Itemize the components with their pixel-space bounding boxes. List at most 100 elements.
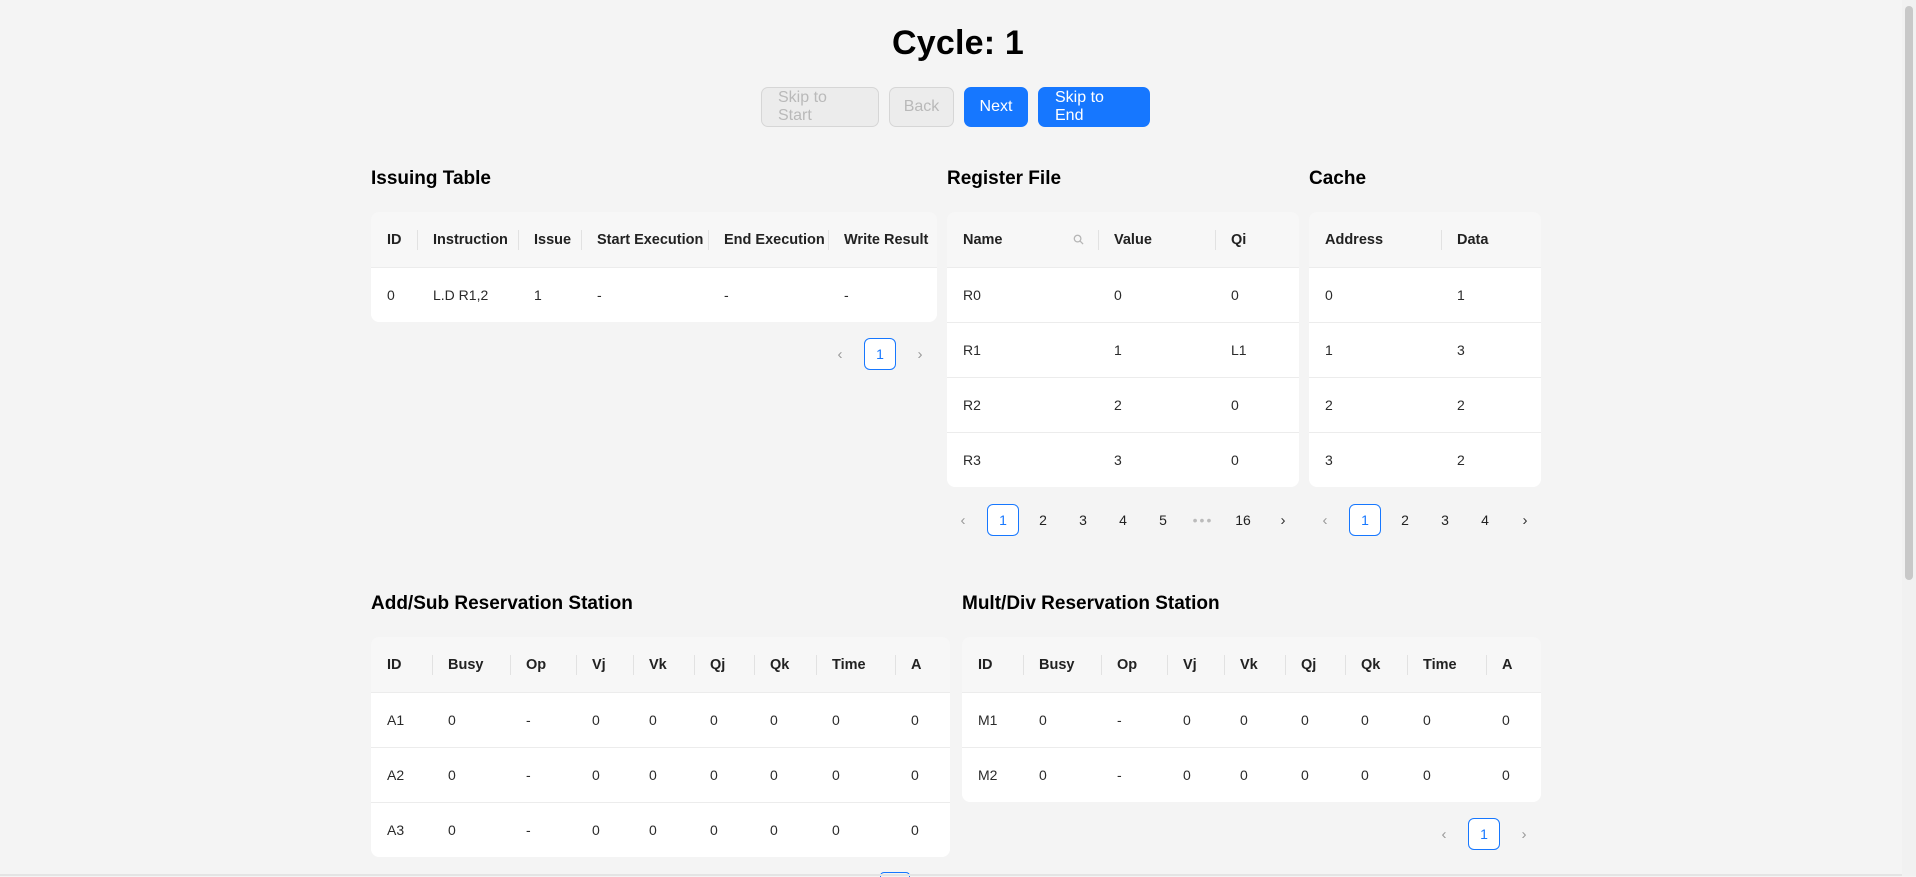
addsub-header-label: Qj	[710, 656, 726, 673]
chevron-left-icon[interactable]: ‹	[824, 338, 856, 370]
chevron-right-icon[interactable]: ›	[1267, 504, 1299, 536]
issuing-cell: L.D R1,2	[417, 267, 518, 322]
cache-row: 01	[1309, 267, 1541, 323]
addsub-header-label: Op	[526, 656, 547, 673]
issuing-header-label: Issue	[534, 231, 572, 248]
page-16-button[interactable]: 16	[1227, 504, 1259, 536]
multdiv-header-label: Qj	[1301, 656, 1317, 673]
issuing-cell: -	[581, 267, 708, 322]
issuing-header-label: Start Execution	[597, 231, 704, 248]
page-1-button[interactable]: 1	[987, 504, 1019, 536]
addsub-cell: 0	[432, 802, 510, 857]
cache-table: Address Data 01132232	[1309, 212, 1541, 487]
multdiv-cell: 0	[1345, 692, 1407, 748]
addsub-header-cell: Vj	[576, 637, 633, 693]
page-2-button[interactable]: 2	[1027, 504, 1059, 536]
multdiv-header-label: Op	[1117, 656, 1138, 673]
multdiv-cell: 0	[1407, 692, 1486, 748]
register-row: R3 3 0	[947, 432, 1299, 487]
multdiv-header-cell: Qj	[1285, 637, 1345, 693]
register-header-cell: Value	[1098, 212, 1215, 268]
register-cell: R1	[947, 322, 1098, 378]
issuing-header-label: ID	[387, 231, 402, 248]
addsub-cell: 0	[754, 747, 816, 803]
issuing-header-cell: End Execution	[708, 212, 828, 268]
addsub-cell: 0	[754, 692, 816, 748]
register-cell: R0	[947, 267, 1098, 323]
back-button[interactable]: Back	[889, 87, 954, 127]
cache-cell: 2	[1441, 432, 1541, 487]
register-row: R1 1 L1	[947, 322, 1299, 378]
addsub-header-cell: ID	[371, 637, 432, 693]
page-2-button[interactable]: 2	[1389, 504, 1421, 536]
cycle-title: Cycle: 1	[891, 24, 1024, 62]
addsub-cell: 0	[432, 692, 510, 748]
addsub-cell: 0	[694, 692, 754, 748]
page-1-button[interactable]: 1	[1468, 818, 1500, 850]
multdiv-cell: 0	[1224, 747, 1285, 802]
addsub-cell: -	[510, 802, 576, 857]
page-5-button[interactable]: 5	[1147, 504, 1179, 536]
page-1-button[interactable]: 1	[1349, 504, 1381, 536]
addsub-header-label: Vj	[592, 656, 606, 673]
issuing-cell: -	[708, 267, 828, 322]
page-1-button[interactable]: 1	[864, 338, 896, 370]
cache-header-label: Data	[1457, 231, 1489, 248]
vertical-scrollbar[interactable]	[1902, 0, 1916, 876]
cache-header-label: Address	[1325, 231, 1384, 248]
register-cell: 0	[1098, 267, 1215, 323]
page-4-button[interactable]: 4	[1469, 504, 1501, 536]
scrollbar-thumb[interactable]	[1905, 6, 1913, 580]
search-icon[interactable]	[1073, 234, 1084, 245]
addsub-cell: 0	[816, 802, 895, 857]
addsub-cell: 0	[895, 747, 950, 803]
multdiv-cell: 0	[1486, 747, 1541, 802]
register-cell: R3	[947, 432, 1098, 487]
register-header-label: Name	[963, 231, 1003, 248]
chevron-left-icon[interactable]: ‹	[1428, 818, 1460, 850]
register-cell: L1	[1215, 322, 1299, 378]
addsub-header-label: ID	[387, 656, 402, 673]
chevron-left-icon[interactable]: ‹	[947, 504, 979, 536]
cache-cell: 1	[1309, 322, 1441, 378]
cache-row: 22	[1309, 377, 1541, 433]
page-3-button[interactable]: 3	[1067, 504, 1099, 536]
addsub-cell: 0	[694, 802, 754, 857]
addsub-cell: -	[510, 747, 576, 803]
multdiv-cell: 0	[1407, 747, 1486, 802]
cache-header-cell: Data	[1441, 212, 1541, 268]
page-3-button[interactable]: 3	[1429, 504, 1461, 536]
multdiv-header-label: Time	[1423, 656, 1457, 673]
register-header-cell: Qi	[1215, 212, 1299, 268]
chevron-left-icon[interactable]: ‹	[1309, 504, 1341, 536]
addsub-cell: 0	[633, 802, 694, 857]
addsub-cell: 0	[633, 747, 694, 803]
chevron-right-icon[interactable]: ›	[1508, 818, 1540, 850]
next-button[interactable]: Next	[964, 87, 1028, 127]
page-4-button[interactable]: 4	[1107, 504, 1139, 536]
cache-cell: 2	[1441, 377, 1541, 433]
skip-to-end-button[interactable]: Skip to End	[1038, 87, 1150, 127]
multdiv-header-cell: ID	[962, 637, 1023, 693]
multdiv-cell: 0	[1023, 692, 1101, 748]
addsub-cell: A1	[371, 692, 432, 748]
multdiv-cell: 0	[1345, 747, 1407, 802]
addsub-header-cell: Op	[510, 637, 576, 693]
skip-to-start-button[interactable]: Skip to Start	[761, 87, 879, 127]
addsub-cell: 0	[694, 747, 754, 803]
issuing-header-cell: Instruction	[417, 212, 518, 268]
chevron-right-icon[interactable]: ›	[904, 338, 936, 370]
addsub-row: A1 0-0 0 0 0 0 0	[371, 692, 950, 748]
addsub-cell: 0	[816, 692, 895, 748]
cache-title: Cache	[1309, 168, 1367, 189]
addsub-header-cell: Qk	[754, 637, 816, 693]
issuing-header-cell: ID	[371, 212, 417, 268]
multdiv-row: M1 0-0 0 0 0 0 0	[962, 692, 1541, 748]
multdiv-cell: 0	[1167, 692, 1224, 748]
multdiv-cell: 0	[1486, 692, 1541, 748]
cache-header-cell: Address	[1309, 212, 1441, 268]
addsub-row: A2 0-0 0 0 0 0 0	[371, 747, 950, 803]
issuing-header-cell: Issue	[518, 212, 581, 268]
cache-cell: 1	[1441, 267, 1541, 323]
chevron-right-icon[interactable]: ›	[1509, 504, 1541, 536]
